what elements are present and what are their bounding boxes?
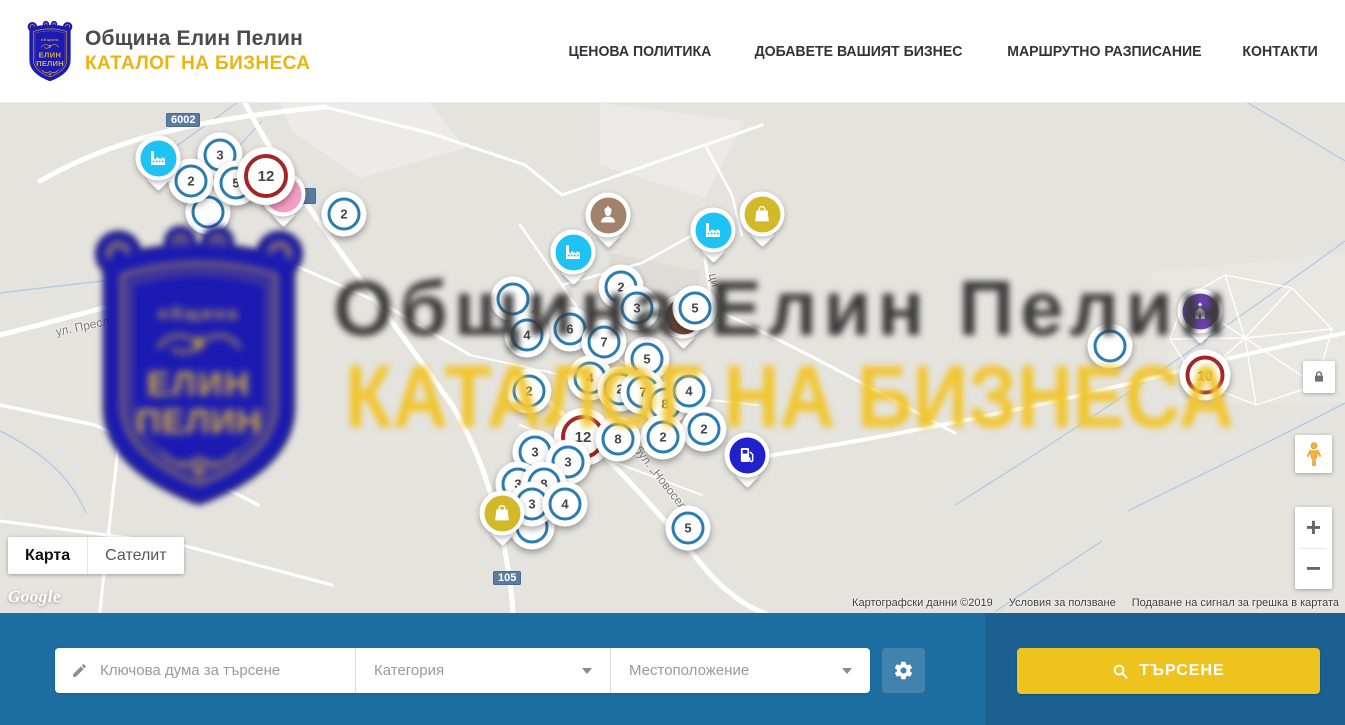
cluster-count: 10 (1186, 356, 1225, 395)
map-attribution: Картографски данни ©2019 Условия за ползв… (852, 597, 1339, 609)
municipality-emblem-icon: община ЕЛИНПЕЛИН (25, 19, 75, 83)
map-pin-factory[interactable] (136, 136, 181, 181)
cluster-count: 12 (244, 154, 288, 198)
cluster-count (497, 283, 530, 316)
cluster-count: 2 (647, 421, 680, 454)
map-cluster-marker[interactable]: 3 (615, 286, 660, 331)
map-cluster-marker[interactable]: 2 (641, 415, 686, 460)
cluster-count: 4 (673, 375, 706, 408)
lock-icon (1311, 369, 1327, 385)
location-select[interactable]: Местоположение (610, 648, 870, 693)
pencil-icon (71, 662, 88, 679)
map-cluster-marker[interactable]: 5 (673, 286, 718, 331)
road-number-badge: 105 (493, 571, 521, 585)
svg-text:ЕЛИН: ЕЛИН (39, 51, 62, 60)
lock-button[interactable] (1303, 361, 1335, 393)
fuel-icon (729, 437, 765, 473)
advanced-settings-button[interactable] (882, 648, 925, 693)
factory-icon (140, 140, 176, 176)
site-title: Община Елин Пелин (85, 27, 310, 51)
category-select[interactable]: Категория (355, 648, 610, 693)
bag-icon (744, 196, 780, 232)
cluster-count: 2 (688, 413, 721, 446)
nav-item[interactable]: КОНТАКТИ (1242, 43, 1317, 60)
map-type-satellite-button[interactable]: Сателит (87, 537, 183, 574)
factory-icon (695, 212, 731, 248)
cluster-count: 2 (513, 375, 546, 408)
map-cluster-marker[interactable]: 12 (237, 147, 295, 205)
cluster-count: 3 (621, 292, 654, 325)
search-bar: Категория Местоположение ТЪРСЕНЕ (0, 613, 1345, 725)
map-cluster-marker[interactable]: 2 (322, 192, 367, 237)
attribution-link[interactable]: Условия за ползване (1009, 597, 1116, 609)
site-subtitle: КАТАЛОГ НА БИЗНЕСА (85, 53, 310, 75)
cluster-count: 4 (511, 319, 544, 352)
attribution-text: Картографски данни ©2019 (852, 597, 993, 609)
search-button[interactable]: ТЪРСЕНЕ (1017, 648, 1320, 694)
site-logo[interactable]: община ЕЛИНПЕЛИН Община Елин Пелин КАТАЛО… (25, 19, 310, 83)
map-pin-fuel[interactable] (725, 433, 770, 478)
cluster-count: 5 (679, 292, 712, 325)
gear-icon (893, 660, 914, 681)
attribution-link[interactable]: Подаване на сигнал за грешка в картата (1132, 597, 1339, 609)
zoom-in-button[interactable]: + (1295, 507, 1332, 548)
search-icon (1112, 663, 1129, 680)
church-icon (1182, 293, 1218, 329)
chevron-down-icon (842, 668, 852, 674)
map-cluster-marker[interactable]: 2 (507, 369, 552, 414)
map-cluster-marker[interactable]: 2 (682, 407, 727, 452)
road-number-badge: 6002 (166, 113, 200, 127)
keyword-field[interactable] (55, 648, 355, 693)
location-placeholder: Местоположение (629, 662, 749, 679)
map-type-control: Карта Сателит (8, 537, 184, 574)
svg-text:ПЕЛИН: ПЕЛИН (36, 59, 64, 68)
map-cluster-marker[interactable]: 8 (596, 417, 641, 462)
zoom-control: + − (1295, 507, 1332, 589)
factory-icon (555, 234, 591, 270)
page: община ЕЛИНПЕЛИН Община Елин Пелин КАТАЛО… (0, 0, 1345, 725)
cluster-count: 7 (588, 326, 621, 359)
worker-icon (590, 197, 626, 233)
pegman-icon (1303, 441, 1325, 467)
zoom-out-button[interactable]: − (1295, 549, 1332, 590)
map-cluster-marker[interactable]: 5 (666, 506, 711, 551)
cluster-count: 5 (672, 512, 705, 545)
nav-item[interactable]: МАРШРУТНО РАЗПИСАНИЕ (1007, 43, 1201, 60)
map-pin-bag[interactable] (480, 491, 525, 536)
map-cluster-marker[interactable] (1088, 324, 1133, 369)
nav-item[interactable]: ДОБАВЕТЕ ВАШИЯТ БИЗНЕС (755, 43, 963, 60)
cluster-count: 4 (549, 488, 582, 521)
bag-icon (484, 495, 520, 531)
search-button-label: ТЪРСЕНЕ (1139, 662, 1224, 680)
search-filters: Категория Местоположение (55, 648, 870, 693)
cluster-count: 2 (328, 198, 361, 231)
main-nav: ЦЕНОВА ПОЛИТИКА ДОБАВЕТЕ ВАШИЯТ БИЗНЕС МАР… (564, 0, 1320, 103)
map-canvas[interactable]: ул. Преславбул. „Новоселци“6002105325122… (0, 103, 1345, 613)
pegman-button[interactable] (1295, 435, 1332, 473)
cluster-count: 8 (602, 423, 635, 456)
map-cluster-marker[interactable]: 4 (505, 313, 550, 358)
header: община ЕЛИНПЕЛИН Община Елин Пелин КАТАЛО… (0, 0, 1345, 103)
cluster-count (1094, 330, 1127, 363)
svg-text:община: община (41, 38, 59, 42)
map-pin-bag[interactable] (740, 192, 785, 237)
map-pin-worker[interactable] (586, 193, 631, 238)
map-cluster-marker[interactable]: 10 (1180, 350, 1231, 401)
keyword-input[interactable] (100, 662, 343, 679)
category-placeholder: Категория (374, 662, 444, 679)
map-pin-factory[interactable] (691, 208, 736, 253)
nav-item[interactable]: ЦЕНОВА ПОЛИТИКА (569, 43, 712, 60)
chevron-down-icon (582, 668, 592, 674)
map-cluster-marker[interactable]: 4 (543, 482, 588, 527)
map-type-map-button[interactable]: Карта (8, 537, 87, 574)
map-pin-church[interactable] (1178, 289, 1223, 334)
google-logo[interactable]: Google (8, 587, 61, 607)
